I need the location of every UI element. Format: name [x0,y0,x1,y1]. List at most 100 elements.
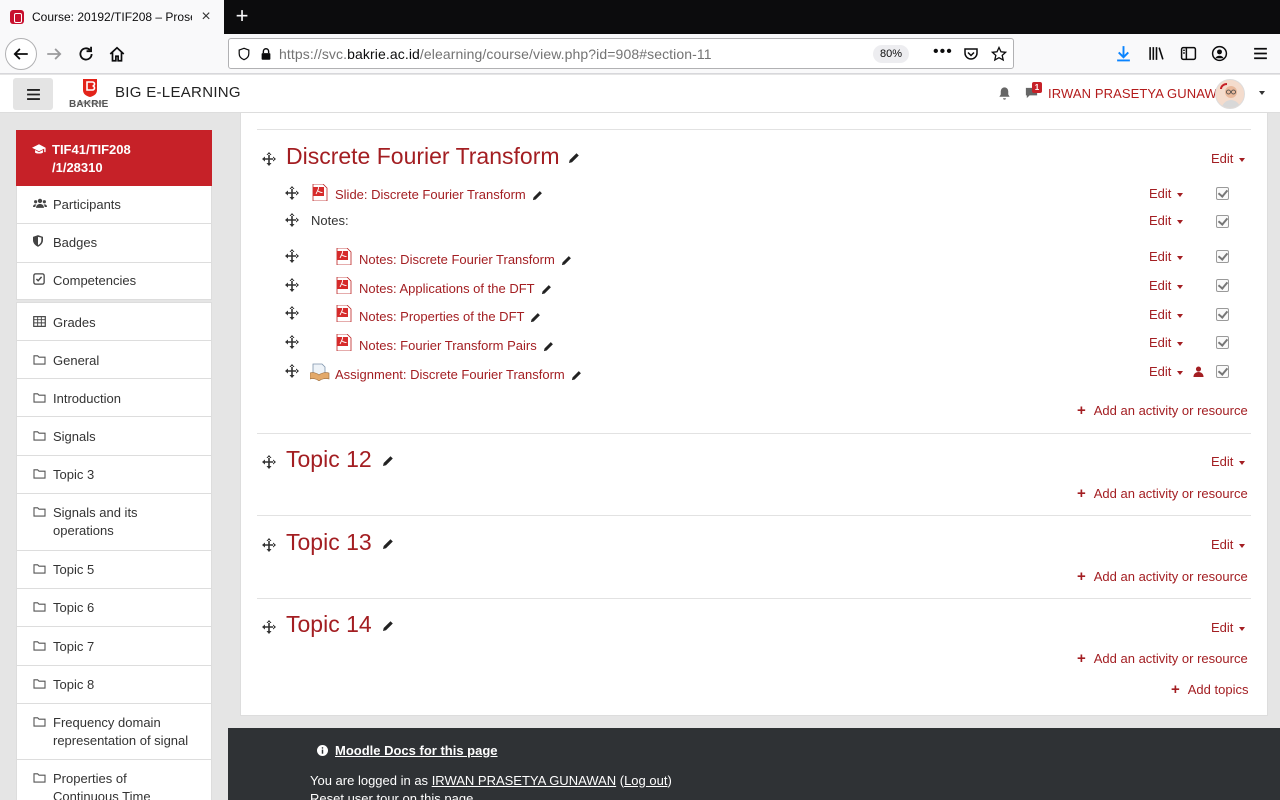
completion-checkbox[interactable] [1216,308,1229,321]
user-menu-name[interactable]: IRWAN PRASETYA GUNAWAN [1048,86,1235,101]
zoom-level[interactable]: 80% [873,45,909,63]
edit-title-pencil-icon[interactable] [532,190,543,201]
move-activity-icon[interactable] [285,249,299,263]
section-title[interactable]: Topic 13 [286,529,394,556]
sidebar-item-signals-and-its-operations[interactable]: Signals and its operations [16,494,212,551]
add-activity-button[interactable]: + Add an activity or resource [1077,568,1248,585]
move-activity-icon[interactable] [285,213,299,227]
sidebar-item-general[interactable]: General [16,341,212,379]
completion-checkbox[interactable] [1216,279,1229,292]
edit-title-pencil-icon[interactable] [568,152,580,164]
add-topics-button[interactable]: + Add topics [1171,681,1248,698]
completion-checkbox[interactable] [1216,365,1229,378]
activity-edit-menu[interactable]: Edit [1149,307,1183,322]
activity-edit-menu[interactable]: Edit [1149,213,1183,228]
reload-button[interactable] [70,38,102,70]
sidebar-item-competencies[interactable]: Competencies [16,263,212,300]
section-edit-menu[interactable]: Edit [1211,620,1245,635]
tracking-shield-icon[interactable] [237,47,251,61]
add-activity-button[interactable]: + Add an activity or resource [1077,485,1248,502]
completion-checkbox[interactable] [1216,215,1229,228]
activity-link[interactable]: Notes: Applications of the DFT [359,281,552,296]
sidebar-item-properties-continuous-time[interactable]: Properties of Continuous Time [16,760,212,800]
account-icon[interactable] [1211,45,1228,62]
add-activity-button[interactable]: + Add an activity or resource [1077,650,1248,667]
move-section-icon[interactable] [262,152,276,166]
activity-link[interactable]: Notes: Discrete Fourier Transform [359,252,572,267]
section-title[interactable]: Topic 12 [286,446,394,473]
add-activity-button[interactable]: + Add an activity or resource [1077,402,1248,419]
site-name[interactable]: BIG E-LEARNING [115,84,241,101]
menu-icon[interactable] [1252,45,1269,62]
edit-title-pencil-icon[interactable] [530,312,541,323]
completion-checkbox[interactable] [1216,187,1229,200]
edit-title-pencil-icon[interactable] [541,284,552,295]
reset-tour-link[interactable]: Reset user tour on this page [310,791,473,800]
user-avatar[interactable] [1215,79,1245,109]
logged-in-user-link[interactable]: IRWAN PRASETYA GUNAWAN [432,773,616,788]
user-menu-caret-icon[interactable] [1259,91,1265,95]
section-edit-menu[interactable]: Edit [1211,537,1245,552]
university-logo[interactable]: UNIVERSITAS BAKRIE [68,78,112,110]
address-bar[interactable]: https://svc.bakrie.ac.id/elearning/cours… [228,38,1014,69]
sidebar-item-topic-8[interactable]: Topic 8 [16,666,212,704]
home-button[interactable] [101,38,133,70]
close-tab-icon[interactable]: × [198,8,214,26]
sidebar-item-frequency-domain[interactable]: Frequency domain representation of signa… [16,704,212,760]
move-activity-icon[interactable] [285,278,299,292]
sidebar-item-topic-5[interactable]: Topic 5 [16,551,212,589]
url-text[interactable]: https://svc.bakrie.ac.id/elearning/cours… [279,46,712,62]
activity-link[interactable]: Notes: Fourier Transform Pairs [359,338,554,353]
move-section-icon[interactable] [262,538,276,552]
sidebar-item-participants[interactable]: Participants [16,186,212,224]
logout-link[interactable]: Log out [624,773,667,788]
move-activity-icon[interactable] [285,186,299,200]
sidebar-item-signals[interactable]: Signals [16,417,212,456]
activity-edit-menu[interactable]: Edit [1149,335,1183,350]
activity-edit-menu[interactable]: Edit [1149,249,1183,264]
edit-title-pencil-icon[interactable] [571,370,582,381]
activity-edit-menu[interactable]: Edit [1149,278,1183,293]
assign-roles-user-icon[interactable] [1193,366,1204,377]
new-tab-button[interactable]: + [230,4,254,28]
completion-checkbox[interactable] [1216,250,1229,263]
sidebar-item-badges[interactable]: Badges [16,224,212,263]
edit-title-pencil-icon[interactable] [561,255,572,266]
pocket-icon[interactable] [963,46,979,62]
move-activity-icon[interactable] [285,335,299,349]
sidebar-toggle-icon[interactable] [1180,45,1197,62]
drawer-toggle-button[interactable] [13,78,53,110]
move-activity-icon[interactable] [285,364,299,378]
section-title[interactable]: Discrete Fourier Transform [286,143,580,170]
back-button[interactable] [5,38,37,70]
sidebar-item-introduction[interactable]: Introduction [16,379,212,417]
activity-link[interactable]: Assignment: Discrete Fourier Transform [335,367,582,382]
sidebar-item-topic-7[interactable]: Topic 7 [16,627,212,666]
lock-icon[interactable] [259,47,273,61]
completion-checkbox[interactable] [1216,336,1229,349]
sidebar-item-topic-3[interactable]: Topic 3 [16,456,212,494]
library-icon[interactable] [1148,45,1165,62]
moodle-docs-link[interactable]: Moodle Docs for this page [335,743,498,758]
activity-link[interactable]: Slide: Discrete Fourier Transform [335,187,543,202]
move-section-icon[interactable] [262,455,276,469]
activity-edit-menu[interactable]: Edit [1149,186,1183,201]
section-edit-menu[interactable]: Edit [1211,151,1245,166]
page-actions-icon[interactable]: ••• [933,43,953,61]
activity-link[interactable]: Notes: Properties of the DFT [359,309,541,324]
move-activity-icon[interactable] [285,306,299,320]
section-edit-menu[interactable]: Edit [1211,454,1245,469]
edit-title-pencil-icon[interactable] [382,538,394,550]
edit-title-pencil-icon[interactable] [382,620,394,632]
sidebar-item-topic-6[interactable]: Topic 6 [16,589,212,627]
move-section-icon[interactable] [262,620,276,634]
notifications-bell-icon[interactable] [997,86,1012,101]
bookmark-star-icon[interactable] [991,46,1007,62]
section-title[interactable]: Topic 14 [286,611,394,638]
sidebar-item-grades[interactable]: Grades [16,302,212,341]
forward-button[interactable] [38,38,70,70]
active-tab[interactable]: Course: 20192/TIF208 – Prosedur × [0,0,224,34]
sidebar-course-link[interactable]: TIF41/TIF208 /1/28310 [16,130,212,186]
activity-edit-menu[interactable]: Edit [1149,364,1183,379]
edit-title-pencil-icon[interactable] [543,341,554,352]
